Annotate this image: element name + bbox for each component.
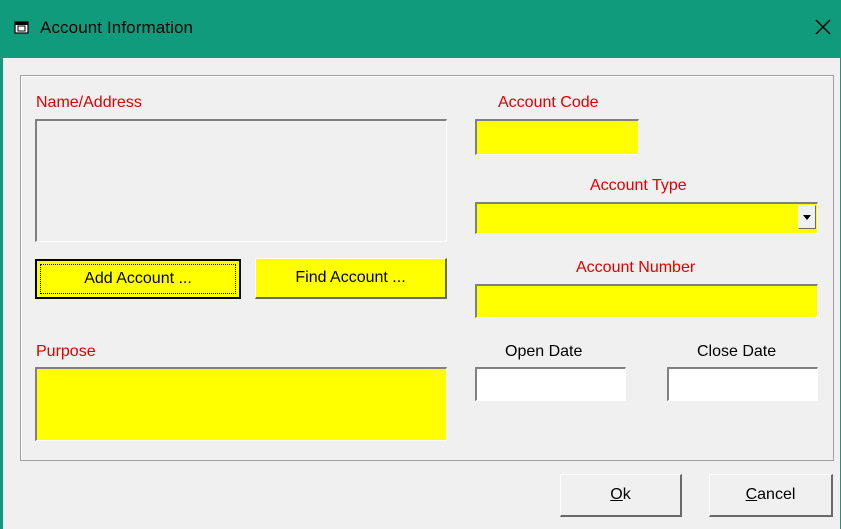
ok-label-rest: k <box>622 486 631 503</box>
account-number-label: Account Number <box>576 259 696 276</box>
find-account-label: Find Account ... <box>295 269 406 286</box>
window-border-left <box>0 58 3 529</box>
cancel-accelerator: C <box>745 486 758 503</box>
account-type-label: Account Type <box>590 177 687 194</box>
close-date-label: Close Date <box>697 343 777 360</box>
find-account-button[interactable]: Find Account ... <box>255 258 447 299</box>
add-account-button[interactable]: Add Account ... <box>35 259 241 299</box>
purpose-field[interactable] <box>35 367 447 441</box>
name-address-field[interactable] <box>35 119 447 242</box>
purpose-label: Purpose <box>36 343 96 360</box>
account-number-field[interactable] <box>475 284 818 318</box>
cancel-button[interactable]: Cancel <box>709 474 833 517</box>
cancel-label: Cancel <box>746 486 796 504</box>
name-address-label: Name/Address <box>36 94 142 111</box>
account-code-field[interactable] <box>475 119 639 155</box>
close-icon <box>814 18 832 41</box>
focus-rectangle <box>40 264 236 294</box>
open-date-label: Open Date <box>505 343 583 360</box>
open-date-field[interactable] <box>475 367 626 401</box>
close-date-field[interactable] <box>667 367 818 401</box>
title-bar: Account Information <box>0 0 841 58</box>
account-code-label: Account Code <box>498 94 599 111</box>
window-app-icon <box>14 21 30 35</box>
ok-accelerator: O <box>610 486 623 503</box>
chevron-down-icon <box>802 208 812 226</box>
account-type-select[interactable] <box>475 202 818 234</box>
cancel-label-rest: ancel <box>757 486 796 503</box>
dropdown-button[interactable] <box>798 205 816 229</box>
close-button[interactable] <box>806 12 840 46</box>
window-title: Account Information <box>40 18 194 37</box>
ok-label: Ok <box>610 486 630 504</box>
ok-button[interactable]: Ok <box>560 474 682 517</box>
